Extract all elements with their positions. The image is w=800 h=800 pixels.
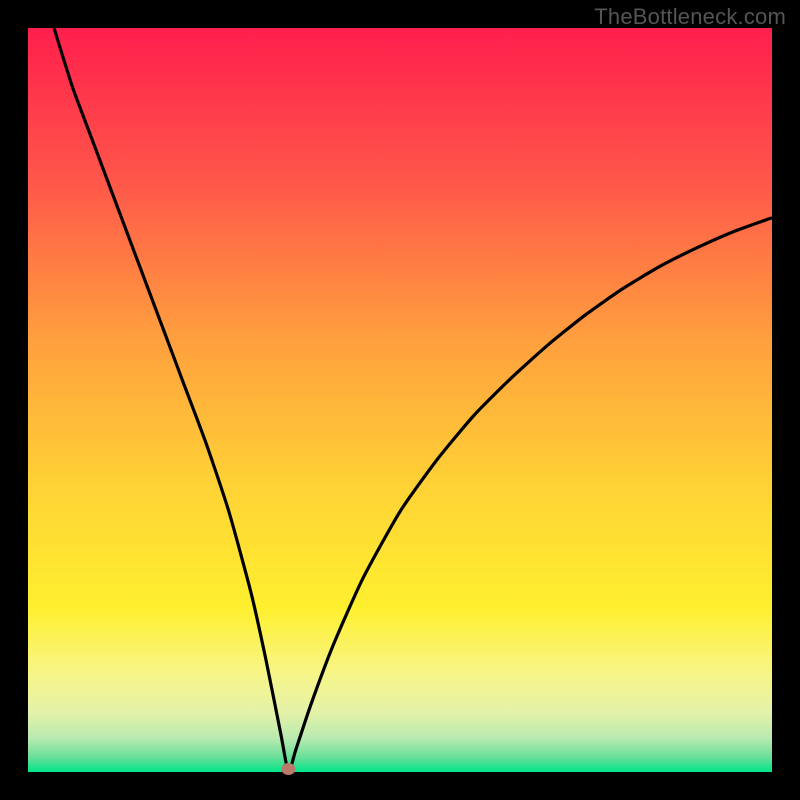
plot-background: [28, 28, 772, 772]
bottleneck-chart: [0, 0, 800, 800]
chart-container: TheBottleneck.com: [0, 0, 800, 800]
optimal-point-marker: [281, 763, 295, 775]
watermark-text: TheBottleneck.com: [594, 4, 786, 30]
